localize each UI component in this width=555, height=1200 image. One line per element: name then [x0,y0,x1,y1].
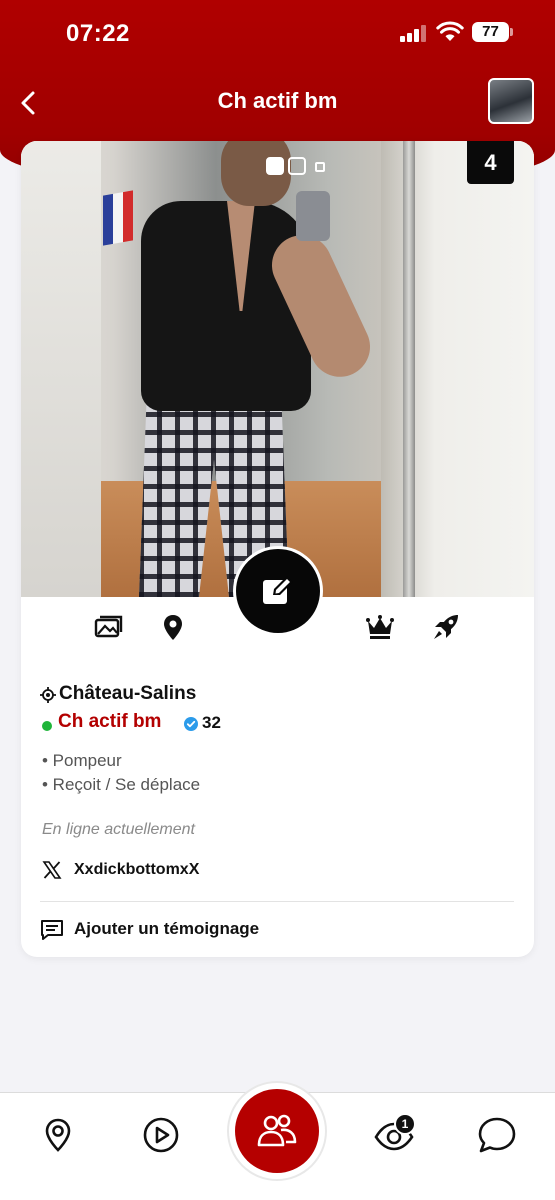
pager-dot[interactable] [315,162,325,172]
divider [40,901,514,902]
profile-name: Ch actif bm [58,711,162,732]
profile-age: 32 [202,713,221,732]
battery-level: 77 [472,22,509,42]
online-status-dot [42,721,52,731]
profile-card: 4 Château-Salins Ch actif bm 32 • Pompeu… [21,141,534,957]
profile-photo[interactable]: 4 [21,141,534,597]
wifi-icon [436,21,464,41]
location-pin-icon[interactable] [158,612,188,642]
verified-check-icon [184,717,198,731]
add-testimonial-label: Ajouter un témoignage [74,919,260,938]
profile-tag: • Pompeur [42,751,122,770]
status-bar: 07:22 77 [0,0,555,66]
tab-people[interactable] [229,1083,325,1179]
pager-dot[interactable] [288,157,306,175]
photo-count-badge: 4 [467,141,514,184]
nav-bar: Ch actif bm [0,76,555,128]
pager-dot-active[interactable] [266,157,284,175]
crown-icon[interactable] [365,612,395,642]
tab-map[interactable] [38,1115,78,1155]
edit-icon [263,576,293,604]
tab-videos[interactable] [141,1115,181,1155]
battery-cap [510,28,513,36]
x-handle: XxdickbottomxX [74,861,200,878]
status-time: 07:22 [66,20,130,47]
comment-icon [41,920,63,940]
cellular-signal-icon [400,24,428,42]
map-pin-icon [45,1118,71,1152]
views-count-badge: 1 [394,1113,416,1135]
bottom-tab-bar: 1 [0,1083,555,1200]
page-title: Ch actif bm [217,88,338,113]
x-logo-icon [42,861,62,879]
edit-button[interactable] [236,549,320,633]
avatar[interactable] [488,78,534,124]
profile-tag: • Reçoit / Se déplace [42,775,201,794]
people-icon [257,1114,297,1147]
online-status-text: En ligne actuellement [42,821,195,838]
play-icon [143,1117,179,1153]
tab-messages[interactable] [477,1115,517,1155]
location-text: Château-Salins [59,683,197,704]
rocket-icon[interactable] [431,612,461,642]
photos-icon[interactable] [94,612,124,642]
crosshair-location-icon [40,687,56,703]
chat-icon [478,1117,516,1153]
